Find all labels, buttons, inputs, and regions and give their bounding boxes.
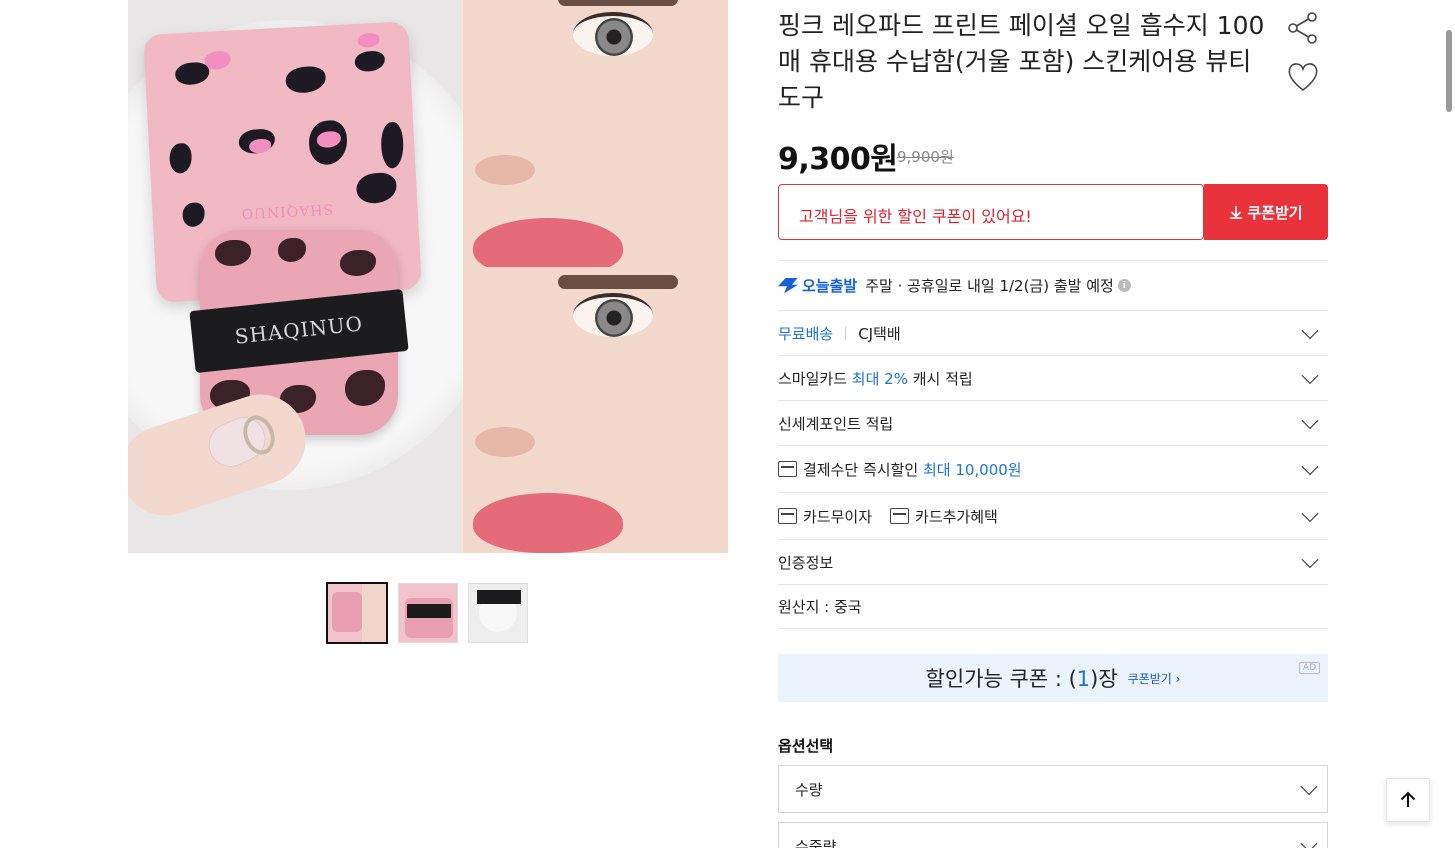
arrow-up-icon <box>1400 791 1416 807</box>
compact-brand-text: SHAQINUO <box>240 200 334 222</box>
origin-row: 원산지 : 중국 <box>778 584 1328 629</box>
compact-photo: SHAQINUO SHAQINUO <box>128 0 463 553</box>
puff-brand-text: SHAQINUO <box>233 311 365 349</box>
chevron-down-icon <box>1301 412 1319 430</box>
smilecard-prefix: 스마일카드 <box>778 369 848 388</box>
product-main-image[interactable]: SHAQINUO SHAQINUO <box>128 0 728 553</box>
ad-tag: AD <box>1298 662 1320 674</box>
truck-icon <box>778 277 798 294</box>
quantity-select-label: 수량 <box>795 780 823 799</box>
card-benefit-row[interactable]: 카드무이자 카드추가혜택 <box>778 492 1328 539</box>
face-photo-bottom <box>463 267 728 553</box>
payment-icon <box>778 461 797 477</box>
chevron-down-icon <box>1301 458 1319 476</box>
card-gift-icon <box>890 508 910 524</box>
certification-row[interactable]: 인증정보 <box>778 539 1328 584</box>
thumbnail-3[interactable] <box>468 583 528 643</box>
ad-banner-text: 할인가능 쿠폰 : (1)장 <box>926 663 1118 693</box>
card-interest-free-label: 카드무이자 <box>803 507 873 526</box>
divider <box>845 326 847 340</box>
sale-price: 9,300원 <box>778 142 898 177</box>
payment-highlight: 최대 10,000원 <box>922 460 1022 479</box>
ad-text-after: )장 <box>1090 667 1118 691</box>
ad-coupon-count: 1 <box>1076 667 1091 691</box>
quantity-select[interactable]: 수량 <box>778 765 1328 813</box>
courier-label: CJ택배 <box>858 324 901 343</box>
ad-coupon-link[interactable]: 쿠폰받기 › <box>1128 670 1181 687</box>
smilecard-row[interactable]: 스마일카드 최대 2% 캐시 적립 <box>778 355 1328 400</box>
chevron-down-icon <box>1301 551 1319 569</box>
scrollbar[interactable] <box>1446 30 1452 112</box>
smilecard-highlight: 최대 2% <box>851 369 908 388</box>
coupon-message: 고객님을 위한 할인 쿠폰이 있어요! <box>799 207 1032 226</box>
option-select-title: 옵션선택 <box>778 737 834 755</box>
chevron-down-icon <box>1300 778 1318 796</box>
heart-icon[interactable] <box>1286 60 1320 94</box>
product-title: 핑크 레오파드 프린트 페이셜 오일 흡수지 100매 휴대용 수납함(거울 포… <box>778 11 1265 112</box>
scroll-to-top-button[interactable] <box>1386 778 1430 822</box>
thumbnail-list <box>326 582 528 644</box>
chevron-down-icon <box>1301 505 1319 523</box>
download-icon <box>1230 206 1243 219</box>
puff-ribbon: SHAQINUO <box>189 288 409 374</box>
today-shipping-label: 오늘출발 <box>802 277 858 295</box>
ad-text-before: 할인가능 쿠폰 : ( <box>925 667 1077 691</box>
payment-prefix: 결제수단 즉시할인 <box>803 460 919 479</box>
shipping-row: 오늘출발 주말 · 공휴일로 내일 1/2(금) 출발 예정 i <box>778 260 1328 310</box>
card-benefit-label: 카드추가혜택 <box>915 507 998 526</box>
certification-label: 인증정보 <box>778 553 834 572</box>
payment-discount-row[interactable]: 결제수단 즉시할인 최대 10,000원 <box>778 445 1328 492</box>
face-photo-top <box>463 0 728 276</box>
shipping-text: 주말 · 공휴일로 내일 1/2(금) 출발 예정 <box>865 277 1114 295</box>
thumbnail-2[interactable] <box>398 583 458 643</box>
card-icon <box>778 508 797 524</box>
weight-select-label: 수중량 <box>795 837 837 848</box>
shinsegae-label: 신세계포인트 적립 <box>778 414 894 433</box>
weight-select[interactable]: 수중량 <box>778 822 1328 848</box>
info-icon[interactable]: i <box>1117 279 1131 292</box>
coupon-download-button[interactable]: 쿠폰받기 <box>1204 184 1328 240</box>
share-icon[interactable] <box>1286 11 1320 45</box>
coupon-ad-banner[interactable]: 할인가능 쿠폰 : (1)장 쿠폰받기 › AD <box>778 654 1328 702</box>
chevron-down-icon <box>1301 322 1319 340</box>
today-shipping-badge: 오늘출발 <box>778 275 857 296</box>
thumbnail-1[interactable] <box>326 582 388 644</box>
chevron-down-icon <box>1300 835 1318 848</box>
origin-label: 원산지 : 중국 <box>778 598 862 616</box>
coupon-download-label: 쿠폰받기 <box>1247 203 1303 222</box>
coupon-message-box: 고객님을 위한 할인 쿠폰이 있어요! <box>778 184 1204 240</box>
smilecard-suffix: 캐시 적립 <box>912 369 973 388</box>
original-price: 9,900원 <box>897 148 954 166</box>
shinsegae-row[interactable]: 신세계포인트 적립 <box>778 400 1328 445</box>
chevron-down-icon <box>1301 367 1319 385</box>
delivery-row[interactable]: 무료배송 CJ택배 <box>778 310 1328 355</box>
free-delivery-label: 무료배송 <box>778 324 834 343</box>
